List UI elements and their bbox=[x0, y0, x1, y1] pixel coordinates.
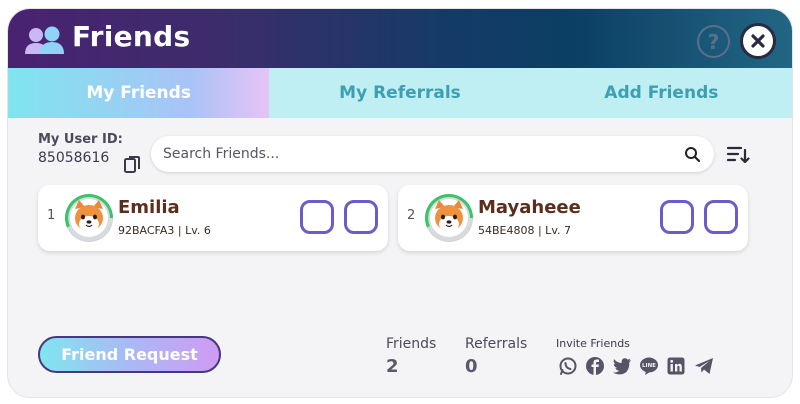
tab-add-friends[interactable]: Add Friends bbox=[530, 68, 792, 118]
friends-count-label: Friends bbox=[386, 336, 437, 352]
invite-friends-label: Invite Friends bbox=[556, 337, 630, 350]
referrals-count-value: 0 bbox=[465, 356, 478, 377]
tab-label: My Referrals bbox=[339, 83, 461, 103]
friends-icon bbox=[25, 26, 64, 54]
copy-icon[interactable] bbox=[124, 155, 141, 174]
tab-my-referrals[interactable]: My Referrals bbox=[269, 68, 531, 118]
tab-bar: My Friends My Referrals Add Friends bbox=[8, 68, 792, 118]
sort-icon[interactable] bbox=[726, 144, 750, 166]
telegram-icon[interactable] bbox=[694, 356, 714, 376]
friend-rank: 2 bbox=[407, 208, 416, 223]
tab-label: My Friends bbox=[86, 83, 191, 103]
shiba-avatar-icon bbox=[65, 194, 113, 242]
user-id-value: 85058616 bbox=[38, 150, 110, 166]
friends-panel: Friends ? My Friends My Referrals Add Fr… bbox=[8, 9, 792, 397]
help-button[interactable]: ? bbox=[697, 25, 730, 58]
help-icon: ? bbox=[707, 29, 720, 54]
empty-slot[interactable] bbox=[300, 200, 334, 234]
empty-slot[interactable] bbox=[344, 200, 378, 234]
close-button[interactable] bbox=[740, 23, 776, 59]
search-icon[interactable] bbox=[684, 146, 701, 163]
shiba-avatar-icon bbox=[425, 194, 473, 242]
user-id-label: My User ID: bbox=[38, 132, 123, 147]
search-input[interactable] bbox=[163, 136, 663, 172]
friend-name: Mayaheee bbox=[478, 197, 581, 218]
referrals-count-label: Referrals bbox=[465, 336, 528, 352]
search-box bbox=[151, 136, 714, 172]
page-title: Friends bbox=[72, 20, 191, 53]
friend-request-button[interactable]: Friend Request bbox=[38, 336, 221, 373]
friend-name: Emilia bbox=[118, 197, 180, 218]
friend-card[interactable]: 2 Mayaheee 54BE4808 | Lv. 7 bbox=[398, 185, 748, 251]
empty-slot[interactable] bbox=[704, 200, 738, 234]
friends-count-value: 2 bbox=[386, 356, 399, 377]
tab-my-friends[interactable]: My Friends bbox=[8, 68, 270, 118]
whatsapp-icon[interactable] bbox=[558, 356, 578, 376]
header-bar: Friends ? bbox=[8, 9, 792, 68]
friend-meta: 92BACFA3 | Lv. 6 bbox=[118, 224, 211, 237]
close-icon bbox=[751, 34, 765, 48]
facebook-icon[interactable] bbox=[585, 356, 605, 376]
svg-text:LINE: LINE bbox=[642, 363, 656, 369]
tab-label: Add Friends bbox=[604, 83, 719, 103]
line-icon[interactable]: LINE bbox=[639, 356, 659, 376]
twitter-icon[interactable] bbox=[612, 356, 632, 376]
friend-card[interactable]: 1 Emilia 92BACFA3 | Lv. 6 bbox=[38, 185, 388, 251]
friend-meta: 54BE4808 | Lv. 7 bbox=[478, 224, 571, 237]
friend-rank: 1 bbox=[47, 208, 56, 223]
linkedin-icon[interactable] bbox=[666, 356, 686, 376]
empty-slot[interactable] bbox=[660, 200, 694, 234]
